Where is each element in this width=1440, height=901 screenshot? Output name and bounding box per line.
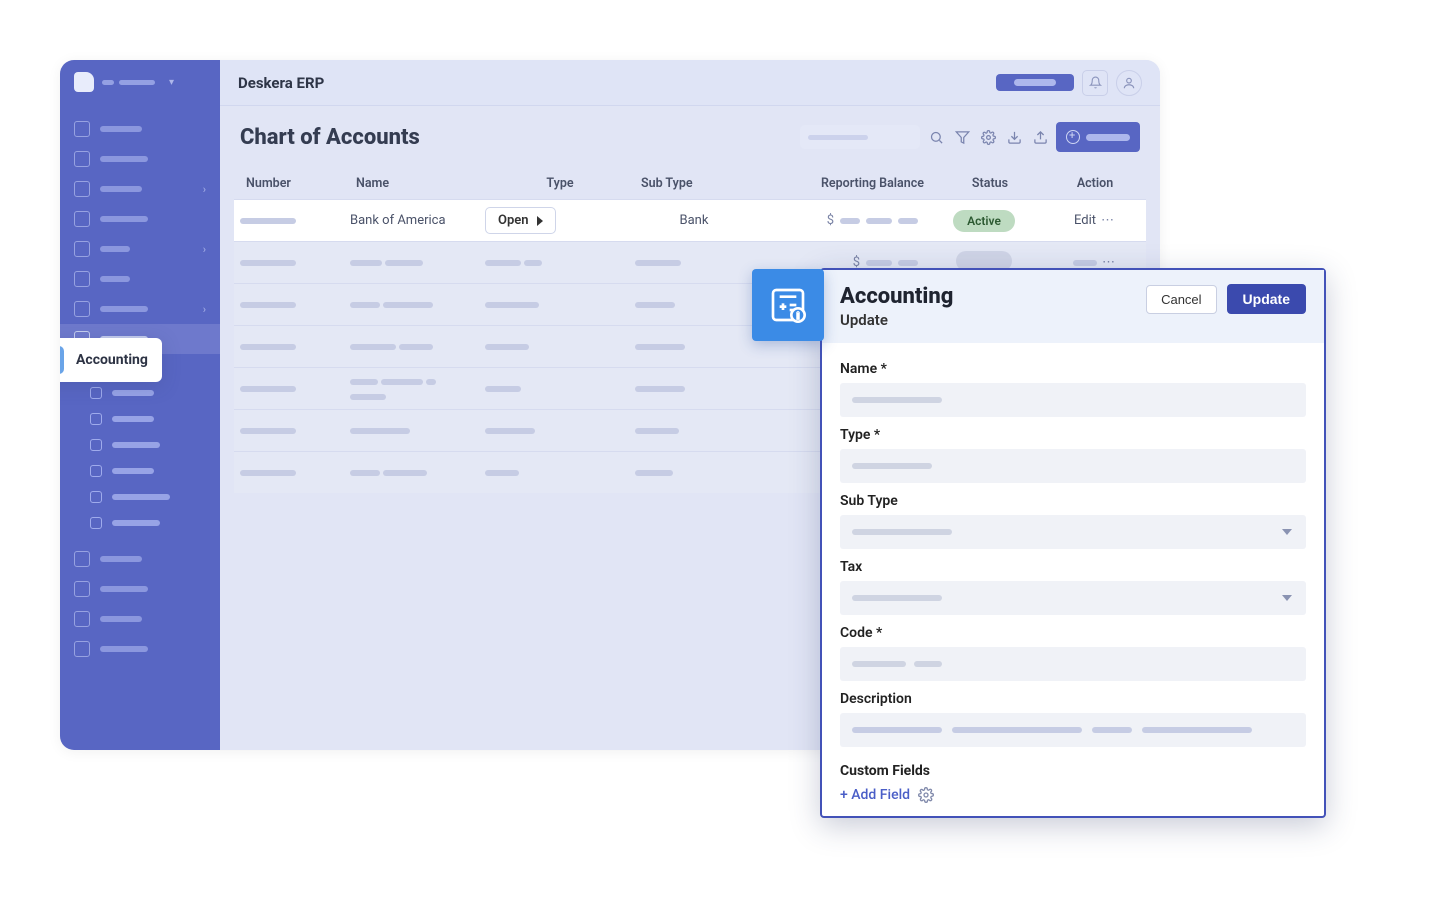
open-dropdown[interactable]: Open [485, 207, 556, 234]
chevron-right-icon: › [203, 243, 206, 256]
avatar-icon[interactable] [1116, 70, 1142, 96]
status-badge: Active [953, 210, 1015, 232]
nav-subitem[interactable] [60, 484, 220, 510]
nav-item[interactable] [60, 264, 220, 294]
label-description: Description [840, 691, 1306, 707]
sidebar: ▾ › › › [60, 60, 220, 750]
panel-subtitle: Update [840, 311, 953, 329]
gear-icon[interactable] [978, 127, 998, 147]
chevron-down-icon: ▾ [169, 77, 174, 88]
topbar-title: Deskera ERP [238, 74, 324, 92]
name-input[interactable] [840, 383, 1306, 417]
notification-icon[interactable] [1082, 70, 1108, 96]
type-input[interactable] [840, 449, 1306, 483]
calculator-icon [60, 346, 64, 374]
label-name: Name * [840, 361, 1306, 377]
nav-item[interactable] [60, 144, 220, 174]
account-edit-panel: i Accounting Update Cancel Update Name *… [820, 268, 1326, 818]
subtype-select[interactable] [840, 515, 1306, 549]
accounting-callout: Accounting [60, 338, 162, 382]
col-status: Status [930, 176, 1050, 191]
chevron-right-icon: › [203, 183, 206, 196]
table-header: Number Name Type Sub Type Reporting Bala… [234, 168, 1146, 199]
nav-subitem[interactable] [60, 380, 220, 406]
nav-item[interactable] [60, 604, 220, 634]
gear-icon[interactable] [918, 787, 934, 803]
nav-subitem[interactable] [60, 432, 220, 458]
caret-right-icon [537, 216, 543, 226]
nav-item[interactable] [60, 634, 220, 664]
chevron-right-icon: › [203, 303, 206, 316]
nav-subitem[interactable] [60, 406, 220, 432]
plus-icon [1066, 130, 1080, 144]
search-icon[interactable] [926, 127, 946, 147]
update-button[interactable]: Update [1227, 284, 1306, 314]
col-name: Name [350, 176, 485, 191]
panel-header: Accounting Update Cancel Update [822, 270, 1324, 343]
page-header: Chart of Accounts [220, 106, 1160, 168]
table-row[interactable]: Bank of America Open Bank $ Active Edit⋯ [234, 199, 1146, 241]
nav-item[interactable]: › [60, 234, 220, 264]
panel-body: Name * Type * Sub Type Tax Code * Descri… [822, 343, 1324, 816]
panel-title: Accounting [840, 284, 953, 309]
col-type: Type [485, 176, 635, 191]
code-input[interactable] [840, 647, 1306, 681]
nav-item[interactable] [60, 574, 220, 604]
svg-text:i: i [797, 311, 799, 321]
search-input[interactable] [800, 125, 920, 149]
description-input[interactable] [840, 713, 1306, 747]
row-subtype: Bank [629, 213, 759, 228]
label-subtype: Sub Type [840, 493, 1306, 509]
more-icon[interactable]: ⋯ [1101, 213, 1116, 228]
logo-icon [74, 72, 94, 92]
topbar: Deskera ERP [220, 60, 1160, 106]
upload-icon[interactable] [1030, 127, 1050, 147]
nav-item[interactable] [60, 544, 220, 574]
nav-subitem[interactable] [60, 458, 220, 484]
col-subtype: Sub Type [635, 176, 765, 191]
cancel-button[interactable]: Cancel [1146, 285, 1216, 314]
custom-fields-heading: Custom Fields [840, 763, 1306, 779]
org-switcher[interactable]: ▾ [60, 60, 220, 104]
edit-link[interactable]: Edit [1074, 213, 1096, 228]
add-account-button[interactable] [1056, 122, 1140, 152]
nav-item[interactable]: › [60, 174, 220, 204]
filter-icon[interactable] [952, 127, 972, 147]
nav-item[interactable] [60, 204, 220, 234]
label-type: Type * [840, 427, 1306, 443]
col-number: Number [240, 176, 350, 191]
nav-item[interactable]: › [60, 294, 220, 324]
download-icon[interactable] [1004, 127, 1024, 147]
col-balance: Reporting Balance [765, 176, 930, 191]
nav-subitem[interactable] [60, 510, 220, 536]
page-title: Chart of Accounts [240, 125, 420, 150]
col-action: Action [1050, 176, 1140, 191]
nav-item[interactable] [60, 114, 220, 144]
add-field-link[interactable]: + Add Field [840, 787, 1306, 803]
accounting-label: Accounting [76, 352, 148, 368]
tax-select[interactable] [840, 581, 1306, 615]
row-name: Bank of America [344, 213, 479, 228]
label-tax: Tax [840, 559, 1306, 575]
panel-icon: i [752, 269, 824, 341]
topbar-primary-button[interactable] [996, 74, 1074, 91]
label-code: Code * [840, 625, 1306, 641]
